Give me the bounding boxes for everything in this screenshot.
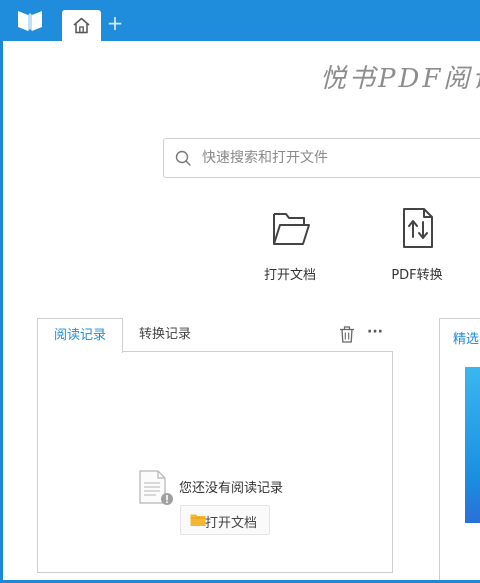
book-logo-icon[interactable] xyxy=(16,9,44,33)
search-input[interactable] xyxy=(202,139,480,177)
convert-document-icon xyxy=(403,208,433,248)
records-panel: 您还没有阅读记录 打开文档 阅读记录 转换记录 ··· xyxy=(37,316,393,573)
empty-document-icon xyxy=(139,470,173,505)
new-tab-button[interactable]: + xyxy=(106,12,124,34)
pdf-convert-action[interactable]: PDF转换 xyxy=(372,206,462,286)
trash-icon[interactable] xyxy=(339,326,355,343)
featured-banner[interactable] xyxy=(465,367,480,523)
open-document-button-label: 打开文档 xyxy=(205,516,258,531)
home-icon xyxy=(73,17,90,34)
open-document-button[interactable]: 打开文档 xyxy=(180,505,270,535)
empty-state-text: 您还没有阅读记录 xyxy=(179,481,284,496)
app-window: + 悦书PDF阅读 打开文档 PDF转换 xyxy=(0,0,480,583)
search-box[interactable] xyxy=(163,138,480,178)
open-document-action[interactable]: 打开文档 xyxy=(245,206,335,286)
tab-conversion-history[interactable]: 转换记录 xyxy=(129,318,201,351)
tab-featured[interactable]: 精选 xyxy=(453,328,479,347)
search-icon xyxy=(175,150,191,166)
folder-open-icon xyxy=(273,213,310,245)
tab-reading-history[interactable]: 阅读记录 xyxy=(37,318,123,353)
title-bar: + xyxy=(0,0,480,41)
records-panel-body: 您还没有阅读记录 打开文档 xyxy=(37,351,393,573)
featured-panel-body: 精选 xyxy=(439,318,480,580)
more-options-button[interactable]: ··· xyxy=(363,316,387,349)
featured-panel: 精选 xyxy=(439,318,480,580)
tab-home[interactable] xyxy=(62,10,101,41)
open-document-label: 打开文档 xyxy=(263,268,316,283)
brand-title: 悦书PDF阅读 xyxy=(320,64,480,92)
pdf-convert-label: PDF转换 xyxy=(391,268,443,283)
folder-icon xyxy=(190,514,206,526)
